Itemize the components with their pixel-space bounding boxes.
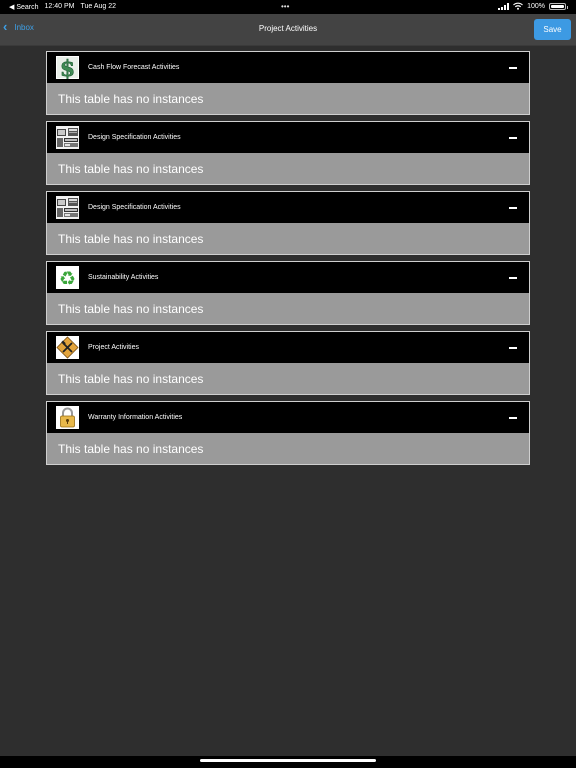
section-design-specification-2: Design Specification Activities This tab… (46, 191, 530, 255)
section-header[interactable]: Design Specification Activities (46, 191, 530, 223)
collapse-minus-icon[interactable] (509, 67, 517, 69)
battery-icon (549, 2, 568, 10)
multitasking-dots[interactable]: ••• (281, 2, 289, 11)
blueprint-icon (56, 126, 79, 149)
section-header[interactable]: ♻ Sustainability Activities (46, 261, 530, 293)
section-header[interactable]: $ Cash Flow Forecast Activities (46, 51, 530, 83)
collapse-minus-icon[interactable] (509, 417, 517, 419)
collapse-minus-icon[interactable] (509, 277, 517, 279)
blueprint-icon (56, 196, 79, 219)
section-project: Project Activities This table has no ins… (46, 331, 530, 395)
back-to-search-link[interactable]: ◀ Search (9, 3, 39, 11)
section-sustainability: ♻ Sustainability Activities This table h… (46, 261, 530, 325)
section-header[interactable]: Project Activities (46, 331, 530, 363)
status-left: ◀ Search 12:40 PM Tue Aug 22 (9, 3, 116, 11)
home-indicator-area (0, 756, 576, 768)
collapse-minus-icon[interactable] (509, 347, 517, 349)
empty-table-message: This table has no instances (46, 363, 530, 395)
section-design-specification-1: Design Specification Activities This tab… (46, 121, 530, 185)
page-title: Project Activities (258, 24, 318, 33)
empty-table-message: This table has no instances (46, 293, 530, 325)
section-title: Warranty Information Activities (88, 414, 183, 421)
empty-table-message: This table has no instances (46, 223, 530, 255)
save-button[interactable]: Save (534, 19, 571, 40)
section-title: Cash Flow Forecast Activities (88, 64, 180, 71)
status-date: Tue Aug 22 (80, 3, 117, 10)
navigation-bar: ‹ Inbox Project Activities Save (0, 14, 576, 46)
section-header[interactable]: Warranty Information Activities (46, 401, 530, 433)
section-title: Design Specification Activities (88, 134, 181, 141)
section-title: Project Activities (88, 344, 139, 351)
collapse-minus-icon[interactable] (509, 207, 517, 209)
svg-text:$: $ (60, 56, 75, 79)
status-right: 100% (498, 2, 568, 10)
home-indicator-bar[interactable] (200, 759, 376, 762)
dollar-icon: $ (56, 56, 79, 79)
status-bar: ◀ Search 12:40 PM Tue Aug 22 ••• 100% (0, 0, 576, 14)
empty-table-message: This table has no instances (46, 433, 530, 465)
section-warranty-information: Warranty Information Activities This tab… (46, 401, 530, 465)
wifi-icon (513, 2, 524, 10)
recycle-icon: ♻ (56, 266, 79, 289)
tools-icon (56, 336, 79, 359)
section-header[interactable]: Design Specification Activities (46, 121, 530, 153)
svg-text:♻: ♻ (59, 268, 76, 289)
activity-sections: $ Cash Flow Forecast Activities This tab… (46, 51, 530, 471)
section-title: Sustainability Activities (88, 274, 159, 281)
empty-table-message: This table has no instances (46, 153, 530, 185)
status-time: 12:40 PM (44, 3, 75, 10)
collapse-minus-icon[interactable] (509, 137, 517, 139)
empty-table-message: This table has no instances (46, 83, 530, 115)
signal-icon (498, 2, 510, 10)
section-title: Design Specification Activities (88, 204, 181, 211)
lock-icon (56, 406, 79, 429)
section-cash-flow-forecast: $ Cash Flow Forecast Activities This tab… (46, 51, 530, 115)
battery-percent: 100% (527, 2, 545, 10)
